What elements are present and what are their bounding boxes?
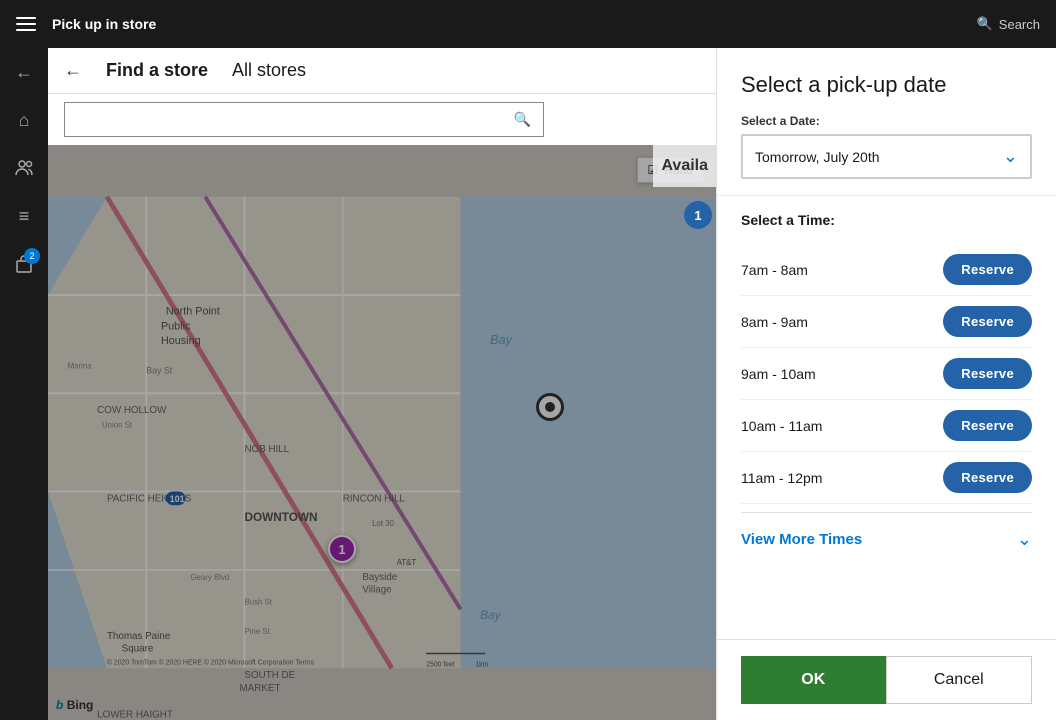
svg-text:Union St: Union St — [102, 421, 133, 430]
svg-text:COW HOLLOW: COW HOLLOW — [97, 405, 167, 416]
ok-button[interactable]: OK — [741, 656, 886, 704]
time-range-3: 10am - 11am — [741, 418, 822, 434]
svg-text:Bay: Bay — [480, 609, 501, 622]
svg-text:Bay St: Bay St — [146, 366, 173, 376]
location-target-icon — [536, 393, 564, 421]
svg-text:Thomas Paine: Thomas Paine — [107, 631, 171, 642]
svg-text:AT&T: AT&T — [397, 558, 417, 567]
svg-text:© 2020 TomTom © 2020 HERE © 20: © 2020 TomTom © 2020 HERE © 2020 Microso… — [107, 658, 315, 666]
reserve-button-2[interactable]: Reserve — [943, 358, 1032, 389]
menu-lines-icon[interactable]: ≡ — [8, 200, 40, 232]
sidebar: ← ⌂ ≡ 2 — [0, 48, 48, 720]
svg-text:Pine St: Pine St — [244, 627, 270, 636]
svg-text:Public: Public — [161, 320, 191, 332]
svg-text:LOWER HAIGHT: LOWER HAIGHT — [97, 709, 173, 720]
map-container: North Point Public Housing COW HOLLOW PA… — [48, 145, 716, 720]
svg-text:MARKET: MARKET — [240, 683, 281, 694]
svg-text:Housing: Housing — [161, 335, 201, 347]
store-title: Find a store — [106, 60, 208, 81]
store-search-bar: 🔍 — [48, 94, 716, 145]
svg-text:Square: Square — [122, 644, 154, 655]
view-more-times-row[interactable]: View More Times ⌄ — [741, 512, 1032, 566]
bag-icon[interactable]: 2 — [8, 248, 40, 280]
cart-badge: 2 — [24, 248, 40, 264]
store-content: ← Find a store All stores 🔍 — [48, 48, 716, 720]
date-value: Tomorrow, July 20th — [755, 149, 880, 165]
top-header: Pick up in store 🔍 Search — [0, 0, 1056, 48]
home-icon[interactable]: ⌂ — [8, 104, 40, 136]
date-select-label: Select a Date: — [741, 114, 1032, 128]
search-icon: 🔍 — [514, 111, 531, 128]
store-marker[interactable]: 1 — [328, 535, 356, 563]
bing-logo: b Bing — [56, 698, 93, 712]
time-slot-3: 10am - 11am Reserve — [741, 400, 1032, 452]
view-more-chevron-icon: ⌄ — [1017, 529, 1032, 550]
reserve-button-3[interactable]: Reserve — [943, 410, 1032, 441]
svg-text:NOB HILL: NOB HILL — [244, 444, 289, 455]
svg-text:Marina: Marina — [68, 362, 93, 371]
svg-text:RINCON HILL: RINCON HILL — [343, 493, 406, 504]
svg-text:North Point: North Point — [166, 306, 220, 318]
pickup-panel: Select a pick-up date Select a Date: Tom… — [716, 48, 1056, 720]
chevron-down-icon: ⌄ — [1003, 146, 1018, 167]
time-range-2: 9am - 10am — [741, 366, 816, 382]
time-select-label: Select a Time: — [741, 212, 1032, 228]
search-label[interactable]: Search — [999, 17, 1040, 32]
svg-text:DOWNTOWN: DOWNTOWN — [244, 511, 317, 524]
back-icon[interactable]: ← — [8, 56, 40, 88]
marker-number: 1 — [338, 542, 345, 557]
reserve-button-1[interactable]: Reserve — [943, 306, 1032, 337]
reserve-button-4[interactable]: Reserve — [943, 462, 1032, 493]
svg-text:2500 feet: 2500 feet — [426, 661, 455, 668]
panel-header: Select a pick-up date Select a Date: Tom… — [717, 48, 1056, 196]
time-slot-1: 8am - 9am Reserve — [741, 296, 1032, 348]
svg-text:Geary Blvd: Geary Blvd — [190, 573, 229, 582]
cancel-button[interactable]: Cancel — [886, 656, 1033, 704]
svg-text:1km: 1km — [475, 661, 488, 668]
view-more-label: View More Times — [741, 531, 862, 548]
panel-footer: OK Cancel — [717, 639, 1056, 720]
time-slot-0: 7am - 8am Reserve — [741, 244, 1032, 296]
main-area: ← ⌂ ≡ 2 ← Find a store All stores — [0, 48, 1056, 720]
all-stores-link[interactable]: All stores — [232, 60, 306, 81]
reserve-button-0[interactable]: Reserve — [943, 254, 1032, 285]
svg-text:Village: Village — [362, 585, 392, 596]
hamburger-icon[interactable] — [16, 17, 36, 31]
date-dropdown[interactable]: Tomorrow, July 20th ⌄ — [741, 134, 1032, 179]
available-label: Availa — [653, 145, 716, 187]
header-search: 🔍 Search — [977, 16, 1040, 32]
store-number-badge: 1 — [684, 201, 712, 229]
svg-text:Bay: Bay — [490, 332, 514, 347]
time-slot-4: 11am - 12pm Reserve — [741, 452, 1032, 504]
panel-body: Select a Time: 7am - 8am Reserve 8am - 9… — [717, 196, 1056, 639]
search-icon: 🔍 — [977, 16, 993, 32]
svg-text:SOUTH DE: SOUTH DE — [244, 670, 295, 681]
header-title: Pick up in store — [52, 16, 961, 32]
time-range-0: 7am - 8am — [741, 262, 808, 278]
time-range-1: 8am - 9am — [741, 314, 808, 330]
store-back-button[interactable]: ← — [64, 60, 82, 81]
people-icon[interactable] — [8, 152, 40, 184]
panel-title: Select a pick-up date — [741, 72, 1032, 98]
svg-text:Lot 30: Lot 30 — [372, 519, 394, 528]
svg-text:101: 101 — [170, 494, 185, 504]
svg-text:Bush St: Bush St — [244, 597, 272, 606]
time-range-4: 11am - 12pm — [741, 470, 822, 486]
map-svg: North Point Public Housing COW HOLLOW PA… — [48, 145, 716, 720]
time-slot-2: 9am - 10am Reserve — [741, 348, 1032, 400]
store-search-container[interactable]: 🔍 — [64, 102, 544, 137]
svg-text:Bayside: Bayside — [362, 572, 397, 583]
store-header: ← Find a store All stores — [48, 48, 716, 94]
